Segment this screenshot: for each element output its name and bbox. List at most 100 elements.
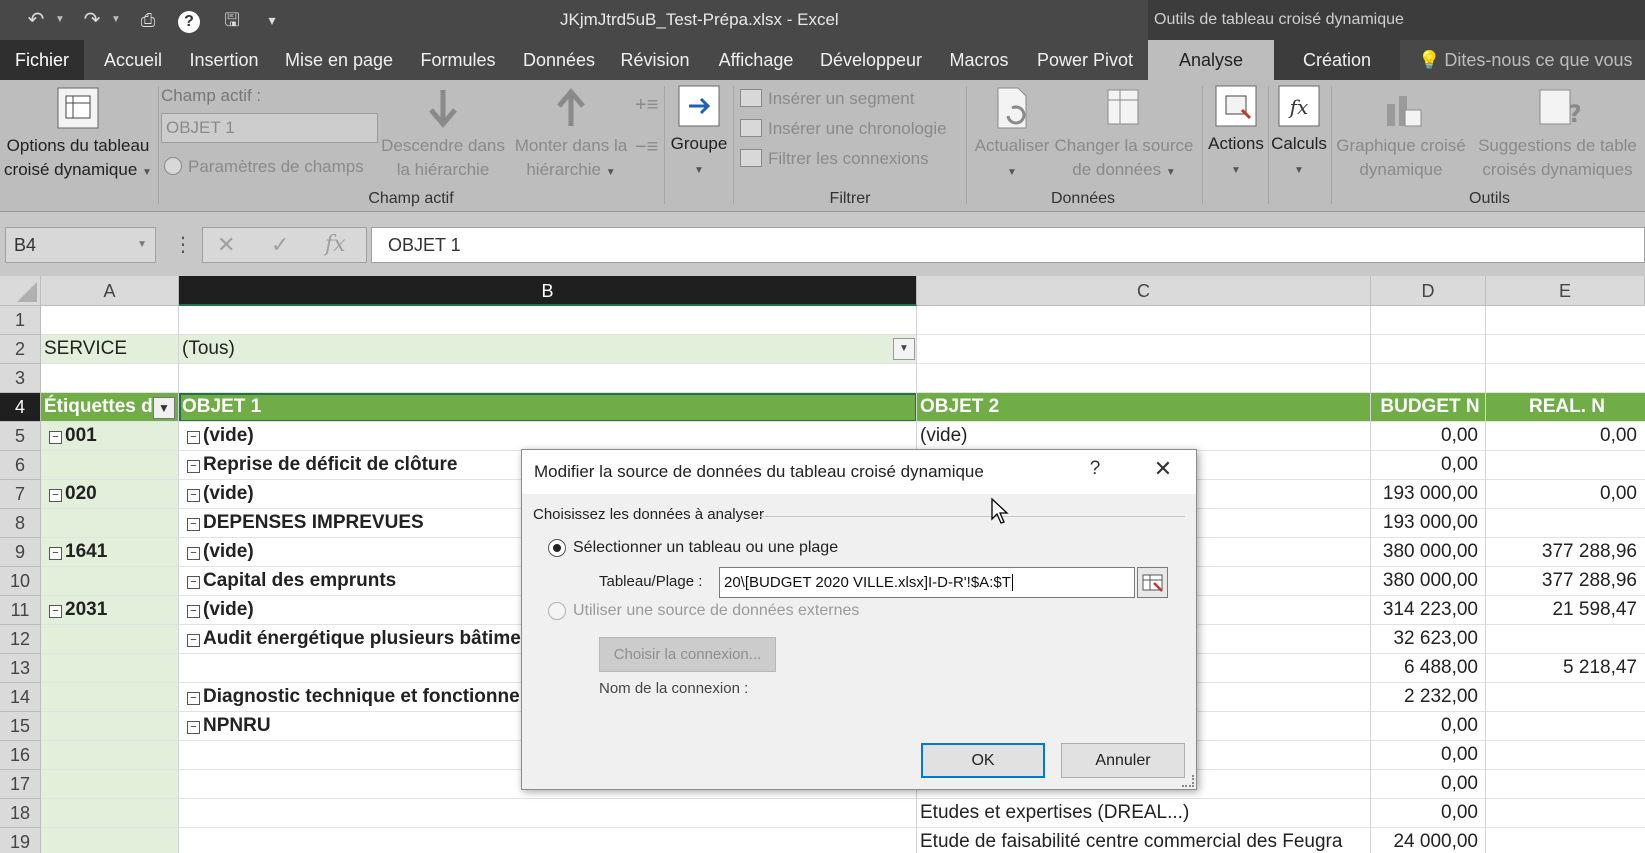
cell-c18[interactable]: Etudes et expertises (DREAL...) [917,799,1371,828]
row-header[interactable]: 13 [0,654,41,683]
resize-grip-icon[interactable] [1182,775,1194,787]
cell-e4[interactable]: REAL. N [1486,393,1645,422]
row-header[interactable]: 9 [0,538,41,567]
row-header[interactable]: 1 [0,306,41,335]
cell-e19[interactable] [1486,828,1645,853]
tab-revision[interactable]: Révision [612,40,698,80]
cell-e1[interactable] [1486,306,1645,335]
collapse-icon[interactable]: − [187,489,200,502]
cell-a8[interactable] [41,509,179,538]
close-icon[interactable]: ✕ [1146,456,1180,488]
select-all-button[interactable] [0,276,41,306]
cell-e12[interactable] [1486,625,1645,654]
cell-a10[interactable] [41,567,179,596]
cell-d18[interactable]: 0,00 [1371,799,1486,828]
tab-accueil[interactable]: Accueil [96,40,170,80]
cell-d1[interactable] [1371,306,1486,335]
row-header[interactable]: 18 [0,799,41,828]
tab-developpeur[interactable]: Développeur [814,40,928,80]
collapse-icon[interactable]: − [49,547,62,560]
redo-dropdown-icon[interactable]: ▼ [110,4,122,36]
cell-b1[interactable] [179,306,917,335]
tell-me-box[interactable]: 💡Dites-nous ce que vous v [1418,40,1645,110]
cell-a16[interactable] [41,741,179,770]
cell-b4[interactable]: OBJET 1 [179,393,917,422]
row-header[interactable]: 15 [0,712,41,741]
cell-a18[interactable] [41,799,179,828]
row-header[interactable]: 10 [0,567,41,596]
choose-connection-button[interactable]: Choisir la connexion... [599,637,776,672]
tab-analyse[interactable]: Analyse [1148,40,1274,80]
cell-a2[interactable]: SERVICE [41,335,179,364]
collapse-icon[interactable]: − [187,518,200,531]
cell-e10[interactable]: 377 288,96 [1486,567,1645,596]
cell-d4[interactable]: BUDGET N [1371,393,1486,422]
collapse-icon[interactable]: − [187,547,200,560]
undo-dropdown-icon[interactable]: ▼ [54,4,66,36]
cell-d12[interactable]: 32 623,00 [1371,625,1486,654]
cell-d2[interactable] [1371,335,1486,364]
collapse-icon[interactable]: − [187,634,200,647]
cell-e13[interactable]: 5 218,47 [1486,654,1645,683]
help-icon[interactable]: ? [175,4,203,36]
cell-d13[interactable]: 6 488,00 [1371,654,1486,683]
pivot-options-button[interactable]: Options du tableau croisé dynamique ▼ [0,86,156,185]
collapse-icon[interactable]: − [187,721,200,734]
cell-a6[interactable] [41,451,179,480]
collapse-icon[interactable]: − [49,431,62,444]
cell-d6[interactable]: 0,00 [1371,451,1486,480]
cell-d17[interactable]: 0,00 [1371,770,1486,799]
collapse-icon[interactable]: − [187,431,200,444]
cell-b18[interactable] [179,799,917,828]
row-header[interactable]: 7 [0,480,41,509]
cell-c4[interactable]: OBJET 2 [917,393,1371,422]
collapse-icon[interactable]: − [49,605,62,618]
collapse-icon[interactable]: − [49,489,62,502]
cancel-button[interactable]: Annuler [1061,743,1185,778]
row-header[interactable]: 6 [0,451,41,480]
cell-a1[interactable] [41,306,179,335]
cell-e2[interactable] [1486,335,1645,364]
tab-affichage[interactable]: Affichage [710,40,802,80]
more-options-icon[interactable]: ⋮ [173,232,193,257]
undo-icon[interactable]: ↶ [22,4,50,36]
cell-a9[interactable]: −1641 [41,538,179,567]
row-header[interactable]: 17 [0,770,41,799]
cell-e16[interactable] [1486,741,1645,770]
save-icon[interactable]: 🖫 [218,4,246,36]
cell-e17[interactable] [1486,770,1645,799]
row-header[interactable]: 16 [0,741,41,770]
insert-slicer-button[interactable]: Insérer un segment [740,84,914,114]
insert-function-icon[interactable]: fx [325,232,346,257]
cell-c19[interactable]: Etude de faisabilité centre commercial d… [917,828,1371,853]
cell-e15[interactable] [1486,712,1645,741]
filter-connections-button[interactable]: Filtrer les connexions [740,144,929,174]
row-header[interactable]: 3 [0,364,41,393]
field-settings-button[interactable]: Paramètres de champs [164,152,364,182]
cell-b3[interactable] [179,364,917,393]
print-preview-icon[interactable]: ⎙ [134,4,162,36]
cell-b5[interactable]: − (vide) [179,422,917,451]
refresh-button[interactable]: Actualiser ▼ [970,86,1054,185]
confirm-entry-icon[interactable]: ✓ [271,232,289,258]
column-header-e[interactable]: E [1486,276,1645,306]
cell-c1[interactable] [917,306,1371,335]
tab-mise-en-page[interactable]: Mise en page [280,40,398,80]
collapse-icon[interactable]: − [187,576,200,589]
row-header[interactable]: 8 [0,509,41,538]
table-range-input[interactable]: 20\[BUDGET 2020 VILLE.xlsx]I-D-R'!$A:$T [719,567,1135,598]
row-header[interactable]: 19 [0,828,41,853]
cell-b19[interactable] [179,828,917,853]
cell-a13[interactable] [41,654,179,683]
column-header-c[interactable]: C [917,276,1371,306]
cell-a19[interactable] [41,828,179,853]
external-source-radio[interactable] [548,602,566,620]
cell-a15[interactable] [41,712,179,741]
column-header-d[interactable]: D [1371,276,1486,306]
cell-d19[interactable]: 24 000,00 [1371,828,1486,853]
cell-a12[interactable] [41,625,179,654]
calculations-button[interactable]: fx Calculs ▼ [1268,84,1330,183]
cell-d10[interactable]: 380 000,00 [1371,567,1486,596]
ok-button[interactable]: OK [921,743,1045,778]
tab-creation[interactable]: Création [1274,40,1400,80]
